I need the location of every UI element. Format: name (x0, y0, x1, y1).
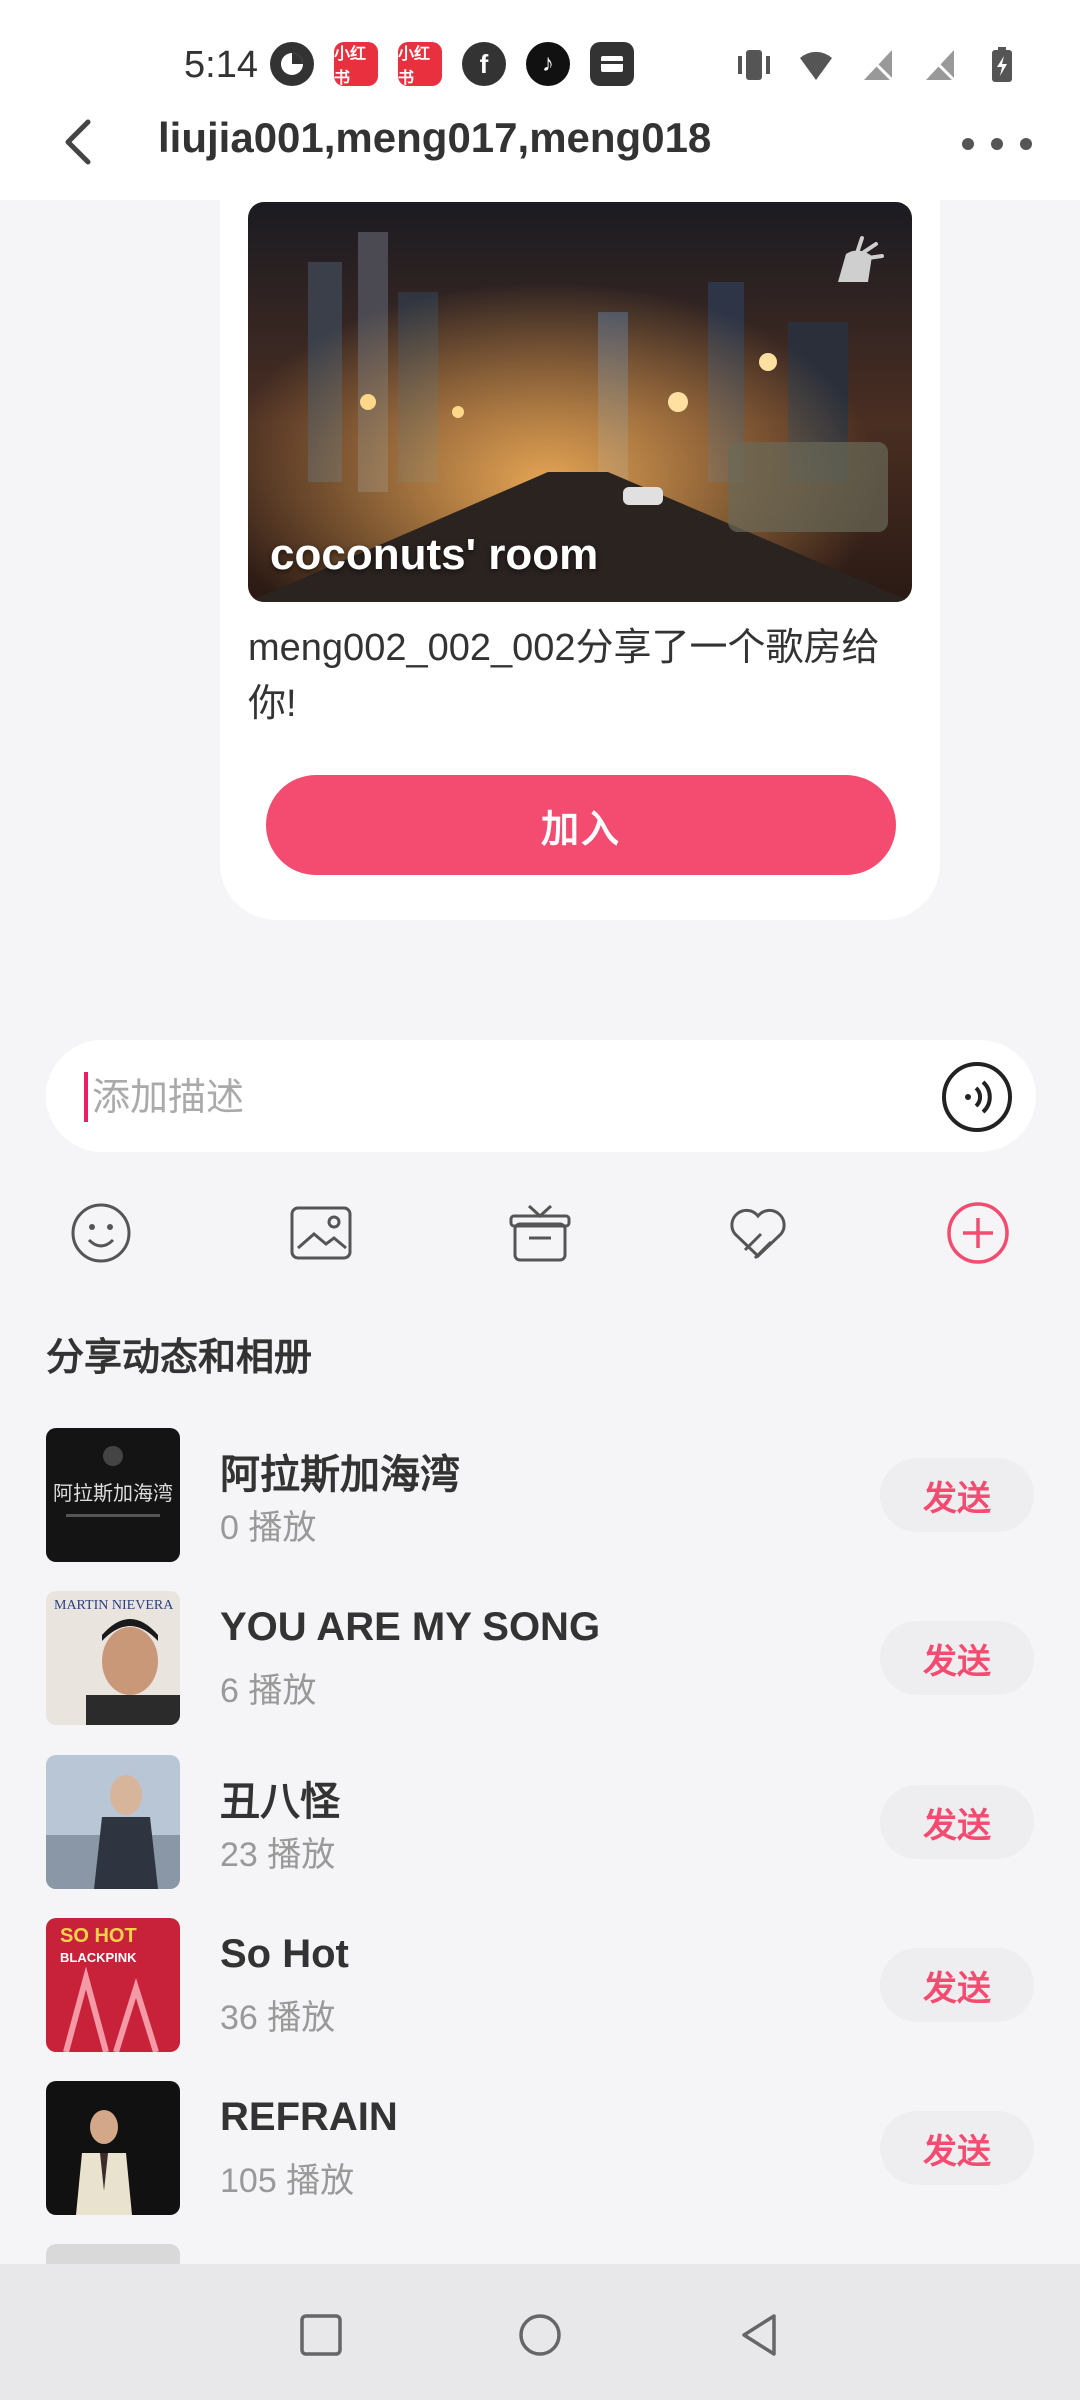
send-button[interactable]: 发送 (880, 1458, 1034, 1532)
status-time: 5:14 (184, 44, 258, 86)
album-cover: SO HOT BLACKPINK (46, 1918, 180, 2052)
room-badge-icon (838, 236, 884, 282)
song-title: 丑八怪 (220, 1780, 340, 1824)
status-app-icons: 小红书 小红书 f ♪ (270, 42, 634, 87)
send-button[interactable]: 发送 (880, 1948, 1034, 2022)
album-cover: 阿拉斯加海湾 (46, 1428, 180, 1562)
song-row[interactable]: MARTIN NIEVERA YOU ARE MY SONG 6 播放 发送 (0, 1591, 1080, 1731)
home-icon[interactable] (515, 2310, 565, 2360)
share-message: meng002_002_002分享了一个歌房给你! (248, 627, 880, 725)
description-input[interactable] (90, 1052, 894, 1144)
tiktok-icon: ♪ (526, 42, 570, 86)
album-cover (46, 1755, 180, 1889)
room-name: coconuts' room (270, 530, 599, 579)
wifi-icon (800, 51, 832, 80)
facebook-icon: f (462, 42, 506, 86)
svg-text:BLACKPINK: BLACKPINK (60, 1950, 137, 1965)
section-title: 分享动态和相册 (46, 1337, 313, 1379)
status-right-icons (736, 46, 1020, 84)
send-button[interactable]: 发送 (880, 1785, 1034, 1859)
song-title: REFRAIN (220, 2095, 398, 2139)
song-play-count: 6 播放 (220, 1672, 317, 1710)
image-icon[interactable] (288, 1200, 354, 1266)
song-play-count: 36 播放 (220, 1999, 336, 2037)
more-options-icon[interactable] (962, 114, 1032, 174)
add-icon[interactable] (945, 1200, 1011, 1266)
back-icon[interactable] (734, 2310, 784, 2360)
song-play-count: 105 播放 (220, 2162, 355, 2200)
join-room-button[interactable]: 加入 (266, 775, 896, 875)
heart-shake-icon[interactable] (725, 1200, 791, 1266)
page-title: liujia001,meng017,meng018 (158, 114, 712, 161)
recent-apps-icon[interactable] (296, 2310, 346, 2360)
song-title: So Hot (220, 1932, 349, 1976)
song-title: 阿拉斯加海湾 (220, 1453, 460, 1497)
vibrate-icon (738, 50, 770, 80)
no-signal-icon (924, 50, 956, 82)
album-cover (46, 2244, 180, 2264)
svg-text:MARTIN NIEVERA: MARTIN NIEVERA (54, 1598, 174, 1613)
svg-text:阿拉斯加海湾: 阿拉斯加海湾 (53, 1482, 173, 1505)
no-signal-icon (862, 50, 894, 82)
song-title: YOU ARE MY SONG (220, 1605, 601, 1649)
text-caret (84, 1072, 88, 1122)
song-play-count: 23 播放 (220, 1836, 336, 1874)
album-cover: MARTIN NIEVERA (46, 1591, 180, 1725)
emoji-icon[interactable] (68, 1200, 134, 1266)
chat-header: liujia001,meng017,meng018 (0, 90, 1080, 200)
back-arrow-icon[interactable] (52, 112, 112, 172)
album-cover (46, 2081, 180, 2215)
voice-input-icon[interactable] (940, 1060, 1014, 1134)
song-row[interactable]: 阿拉斯加海湾 阿拉斯加海湾 0 播放 发送 (0, 1428, 1080, 1568)
battery-charging-icon (992, 47, 1012, 82)
song-row[interactable]: SO HOT BLACKPINK So Hot 36 播放 发送 (0, 1918, 1080, 2058)
gift-icon[interactable] (507, 1200, 573, 1266)
xiaohongshu-icon: 小红书 (398, 42, 442, 87)
svg-text:SO HOT: SO HOT (60, 1925, 137, 1947)
send-button[interactable]: 发送 (880, 2111, 1034, 2185)
send-button[interactable]: 发送 (880, 1621, 1034, 1695)
xiaohongshu-icon: 小红书 (334, 42, 378, 87)
wallet-icon (590, 42, 634, 86)
song-play-count: 0 播放 (220, 1509, 317, 1547)
pinwheel-icon (270, 42, 314, 86)
song-row[interactable]: 丑八怪 23 播放 发送 (0, 1755, 1080, 1895)
song-row[interactable]: REFRAIN 105 播放 发送 (0, 2081, 1080, 2221)
